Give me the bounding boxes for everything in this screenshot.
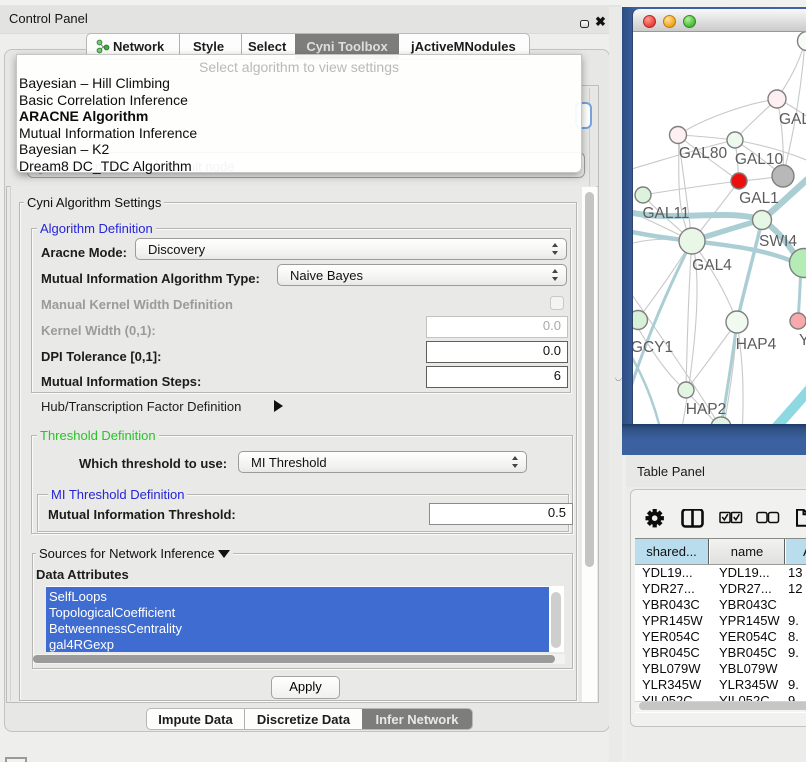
svg-text:GAL80: GAL80 <box>679 145 728 162</box>
svg-text:Y: Y <box>799 332 806 349</box>
svg-text:GAL4: GAL4 <box>692 257 732 274</box>
svg-text:GAL7: GAL7 <box>779 111 806 128</box>
svg-text:HAP4: HAP4 <box>736 336 777 353</box>
svg-text:GCY1: GCY1 <box>633 339 673 356</box>
svg-text:GAL1: GAL1 <box>739 190 779 207</box>
svg-text:HAP2: HAP2 <box>686 401 727 418</box>
svg-text:GAL11: GAL11 <box>642 205 689 222</box>
svg-text:SWI4: SWI4 <box>759 233 797 250</box>
svg-text:GAL10: GAL10 <box>735 151 784 168</box>
